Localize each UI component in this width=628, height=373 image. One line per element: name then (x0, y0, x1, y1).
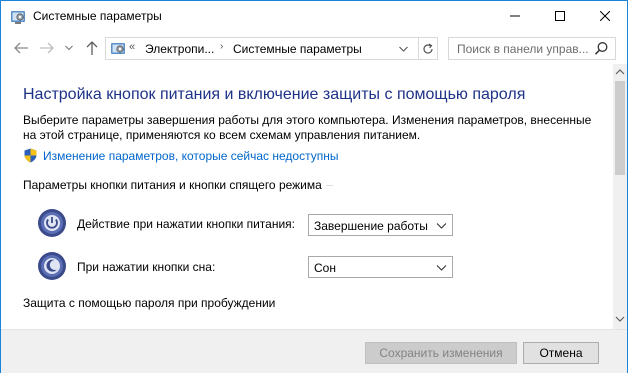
uac-shield-icon (24, 148, 37, 163)
recent-locations-button[interactable] (63, 39, 75, 57)
breadcrumb-system-settings[interactable]: Системные параметры (233, 42, 362, 56)
close-icon (599, 11, 610, 21)
power-button-row: Действие при нажатии кнопки питания: (37, 208, 295, 238)
breadcrumb-power-options[interactable]: Электропи... (145, 42, 214, 56)
sleep-button-action-select[interactable]: Сон (308, 256, 453, 278)
page-description: Выберите параметры завершения работы для… (23, 113, 592, 142)
sleep-button-icon (38, 252, 66, 280)
save-changes-button[interactable]: Сохранить изменения (365, 342, 517, 364)
content-pane: Настройка кнопок питания и включение защ… (1, 64, 613, 329)
footer-bar: Сохранить изменения Отмена (1, 329, 627, 373)
address-bar[interactable]: « Электропи... › Системные параметры (105, 37, 438, 60)
title-bar: Системные параметры (1, 1, 627, 32)
scroll-up-icon[interactable] (615, 68, 625, 76)
search-input[interactable] (449, 38, 589, 59)
forward-button[interactable] (38, 39, 56, 57)
chevron-down-icon (436, 265, 447, 271)
sleep-button-label: При нажатии кнопки сна: (77, 260, 216, 274)
window-title: Системные параметры (33, 9, 162, 23)
sleep-button-action-value: Сон (314, 261, 336, 275)
scroll-down-icon[interactable] (615, 315, 625, 323)
maximize-button[interactable] (537, 1, 582, 31)
window: Системные параметры « Электропи... › Сис… (0, 0, 628, 373)
back-button[interactable] (12, 39, 30, 57)
link-label[interactable]: Изменение параметров, которые сейчас нед… (43, 149, 339, 163)
buttons-group-heading: Параметры кнопки питания и кнопки спящег… (23, 178, 326, 192)
change-unavailable-settings-link[interactable]: Изменение параметров, которые сейчас нед… (23, 148, 339, 163)
power-button-action-value: Завершение работы (314, 219, 428, 233)
search-icon[interactable] (594, 41, 609, 56)
minimize-icon (509, 15, 520, 17)
address-history-button[interactable] (396, 41, 410, 57)
breadcrumb-overflow[interactable]: « (129, 41, 135, 53)
up-button[interactable] (83, 39, 101, 57)
navigation-bar: « Электропи... › Системные параметры (1, 32, 627, 64)
vertical-scrollbar[interactable] (613, 64, 627, 329)
control-panel-icon (11, 11, 25, 24)
chevron-down-icon (398, 46, 408, 52)
arrow-left-icon (14, 42, 28, 54)
page-title: Настройка кнопок питания и включение защ… (23, 86, 526, 103)
search-box[interactable] (448, 37, 616, 60)
minimize-button[interactable] (492, 1, 537, 31)
breadcrumb-separator[interactable]: › (220, 41, 223, 52)
refresh-icon (423, 42, 433, 54)
maximize-icon (554, 11, 565, 21)
arrow-right-icon (40, 42, 54, 54)
control-panel-icon (111, 43, 125, 54)
power-button-icon (38, 209, 66, 237)
sleep-button-row: При нажатии кнопки сна: (37, 251, 215, 281)
arrow-up-icon (86, 41, 98, 55)
close-button[interactable] (582, 1, 627, 31)
power-button-label: Действие при нажатии кнопки питания: (77, 217, 296, 231)
scrollbar-thumb[interactable] (615, 81, 625, 175)
cancel-button[interactable]: Отмена (523, 342, 599, 364)
chevron-down-icon (65, 45, 73, 51)
refresh-button[interactable] (418, 38, 437, 59)
power-button-action-select[interactable]: Завершение работы (308, 214, 453, 236)
chevron-down-icon (436, 223, 447, 229)
password-group-heading: Защита с помощью пароля при пробуждении (23, 296, 280, 310)
